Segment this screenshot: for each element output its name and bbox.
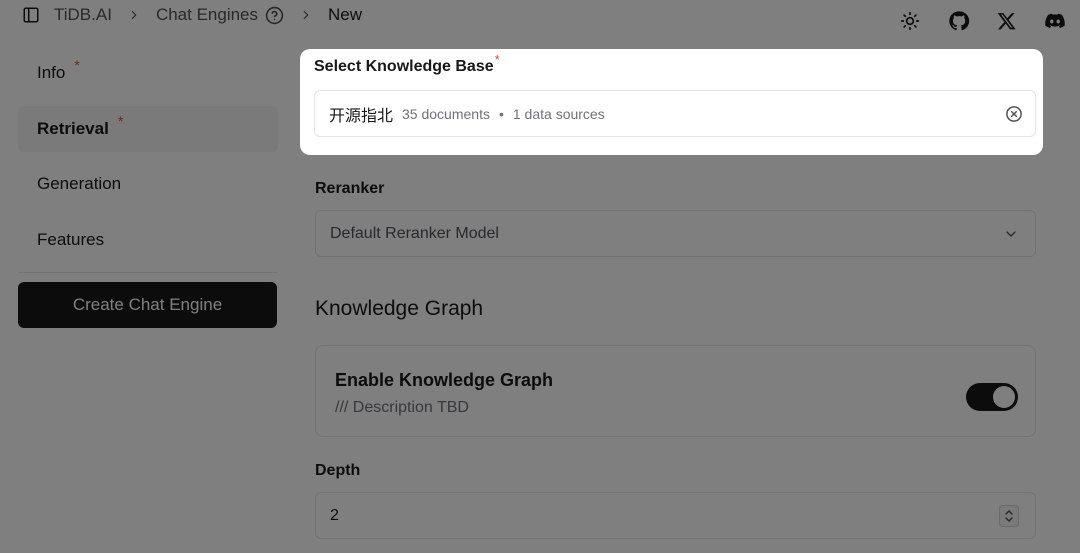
knowledge-base-label: Select Knowledge Base* [314,52,500,76]
knowledge-base-sources: 1 data sources [512,105,605,122]
knowledge-base-highlight: Select Knowledge Base* 开源指北 35 documents… [300,49,1043,155]
required-marker: * [494,52,500,67]
knowledge-base-name: 开源指北 [329,107,394,125]
clear-circle-icon[interactable] [1005,105,1023,123]
knowledge-base-label-text: Select Knowledge Base [314,58,494,75]
knowledge-base-documents: 35 documents [402,105,490,122]
meta-separator: • [498,105,504,122]
knowledge-base-select[interactable]: 开源指北 35 documents • 1 data sources [314,90,1036,137]
